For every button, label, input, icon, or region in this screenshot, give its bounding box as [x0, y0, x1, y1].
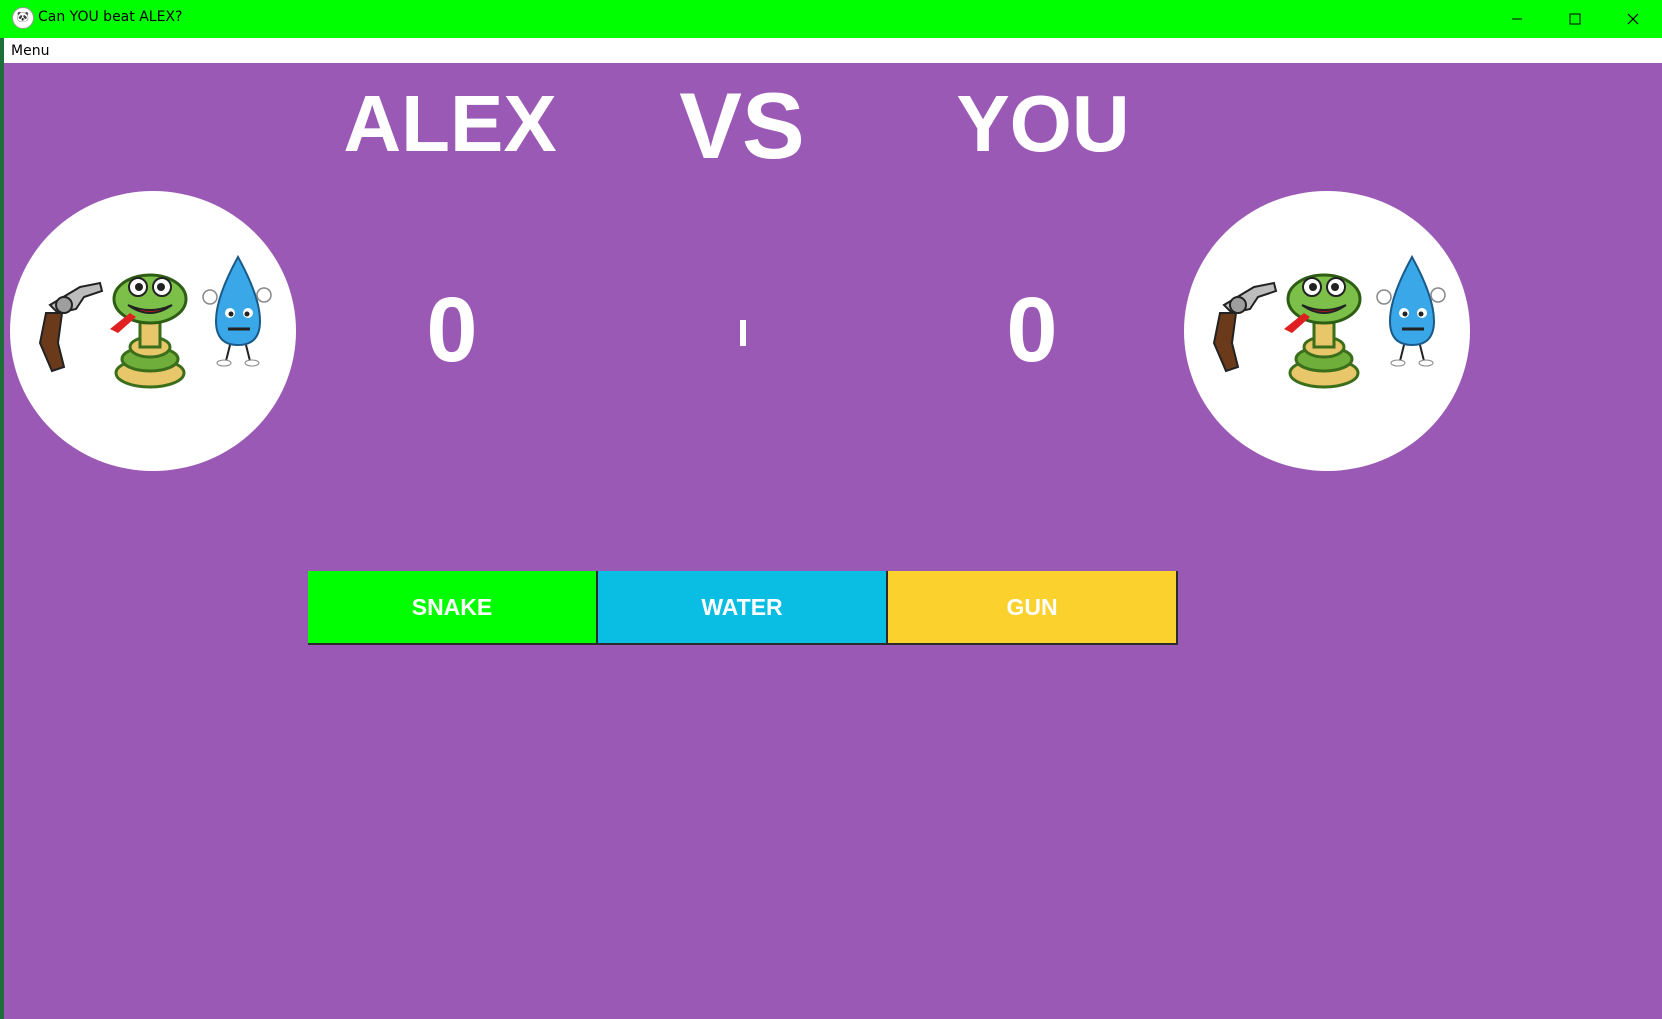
- player2-avatar: [1184, 191, 1470, 471]
- game-window: 🐼 Can YOU beat ALEX? Menu ALEX VS YOU 0: [0, 0, 1662, 1019]
- player1-name: ALEX: [343, 79, 557, 168]
- player2-score: 0: [1006, 279, 1058, 381]
- versus-label: VS: [679, 73, 805, 178]
- panda-icon: 🐼: [12, 7, 34, 29]
- water-drop-icon: [1376, 254, 1446, 367]
- menu-item-menu[interactable]: Menu: [11, 43, 49, 59]
- menu-bar: Menu: [0, 38, 1662, 63]
- snake-icon: [110, 273, 188, 389]
- gun-button[interactable]: GUN: [888, 571, 1178, 645]
- maximize-button[interactable]: [1546, 0, 1604, 38]
- title-bar[interactable]: 🐼 Can YOU beat ALEX?: [0, 0, 1662, 38]
- revolver-icon: [38, 281, 104, 373]
- player1-score: 0: [426, 279, 478, 381]
- score-divider: [740, 320, 746, 346]
- snake-button[interactable]: SNAKE: [308, 571, 598, 645]
- minimize-button[interactable]: [1488, 0, 1546, 38]
- water-drop-icon: [202, 254, 272, 367]
- player2-name: YOU: [956, 79, 1130, 168]
- close-icon: [1627, 13, 1639, 25]
- close-button[interactable]: [1604, 0, 1662, 38]
- revolver-icon: [1212, 281, 1278, 373]
- player1-avatar: [10, 191, 296, 471]
- window-title: Can YOU beat ALEX?: [38, 9, 183, 25]
- maximize-icon: [1569, 13, 1581, 25]
- minimize-icon: [1512, 18, 1522, 20]
- snake-icon: [1284, 273, 1362, 389]
- water-button[interactable]: WATER: [598, 571, 888, 645]
